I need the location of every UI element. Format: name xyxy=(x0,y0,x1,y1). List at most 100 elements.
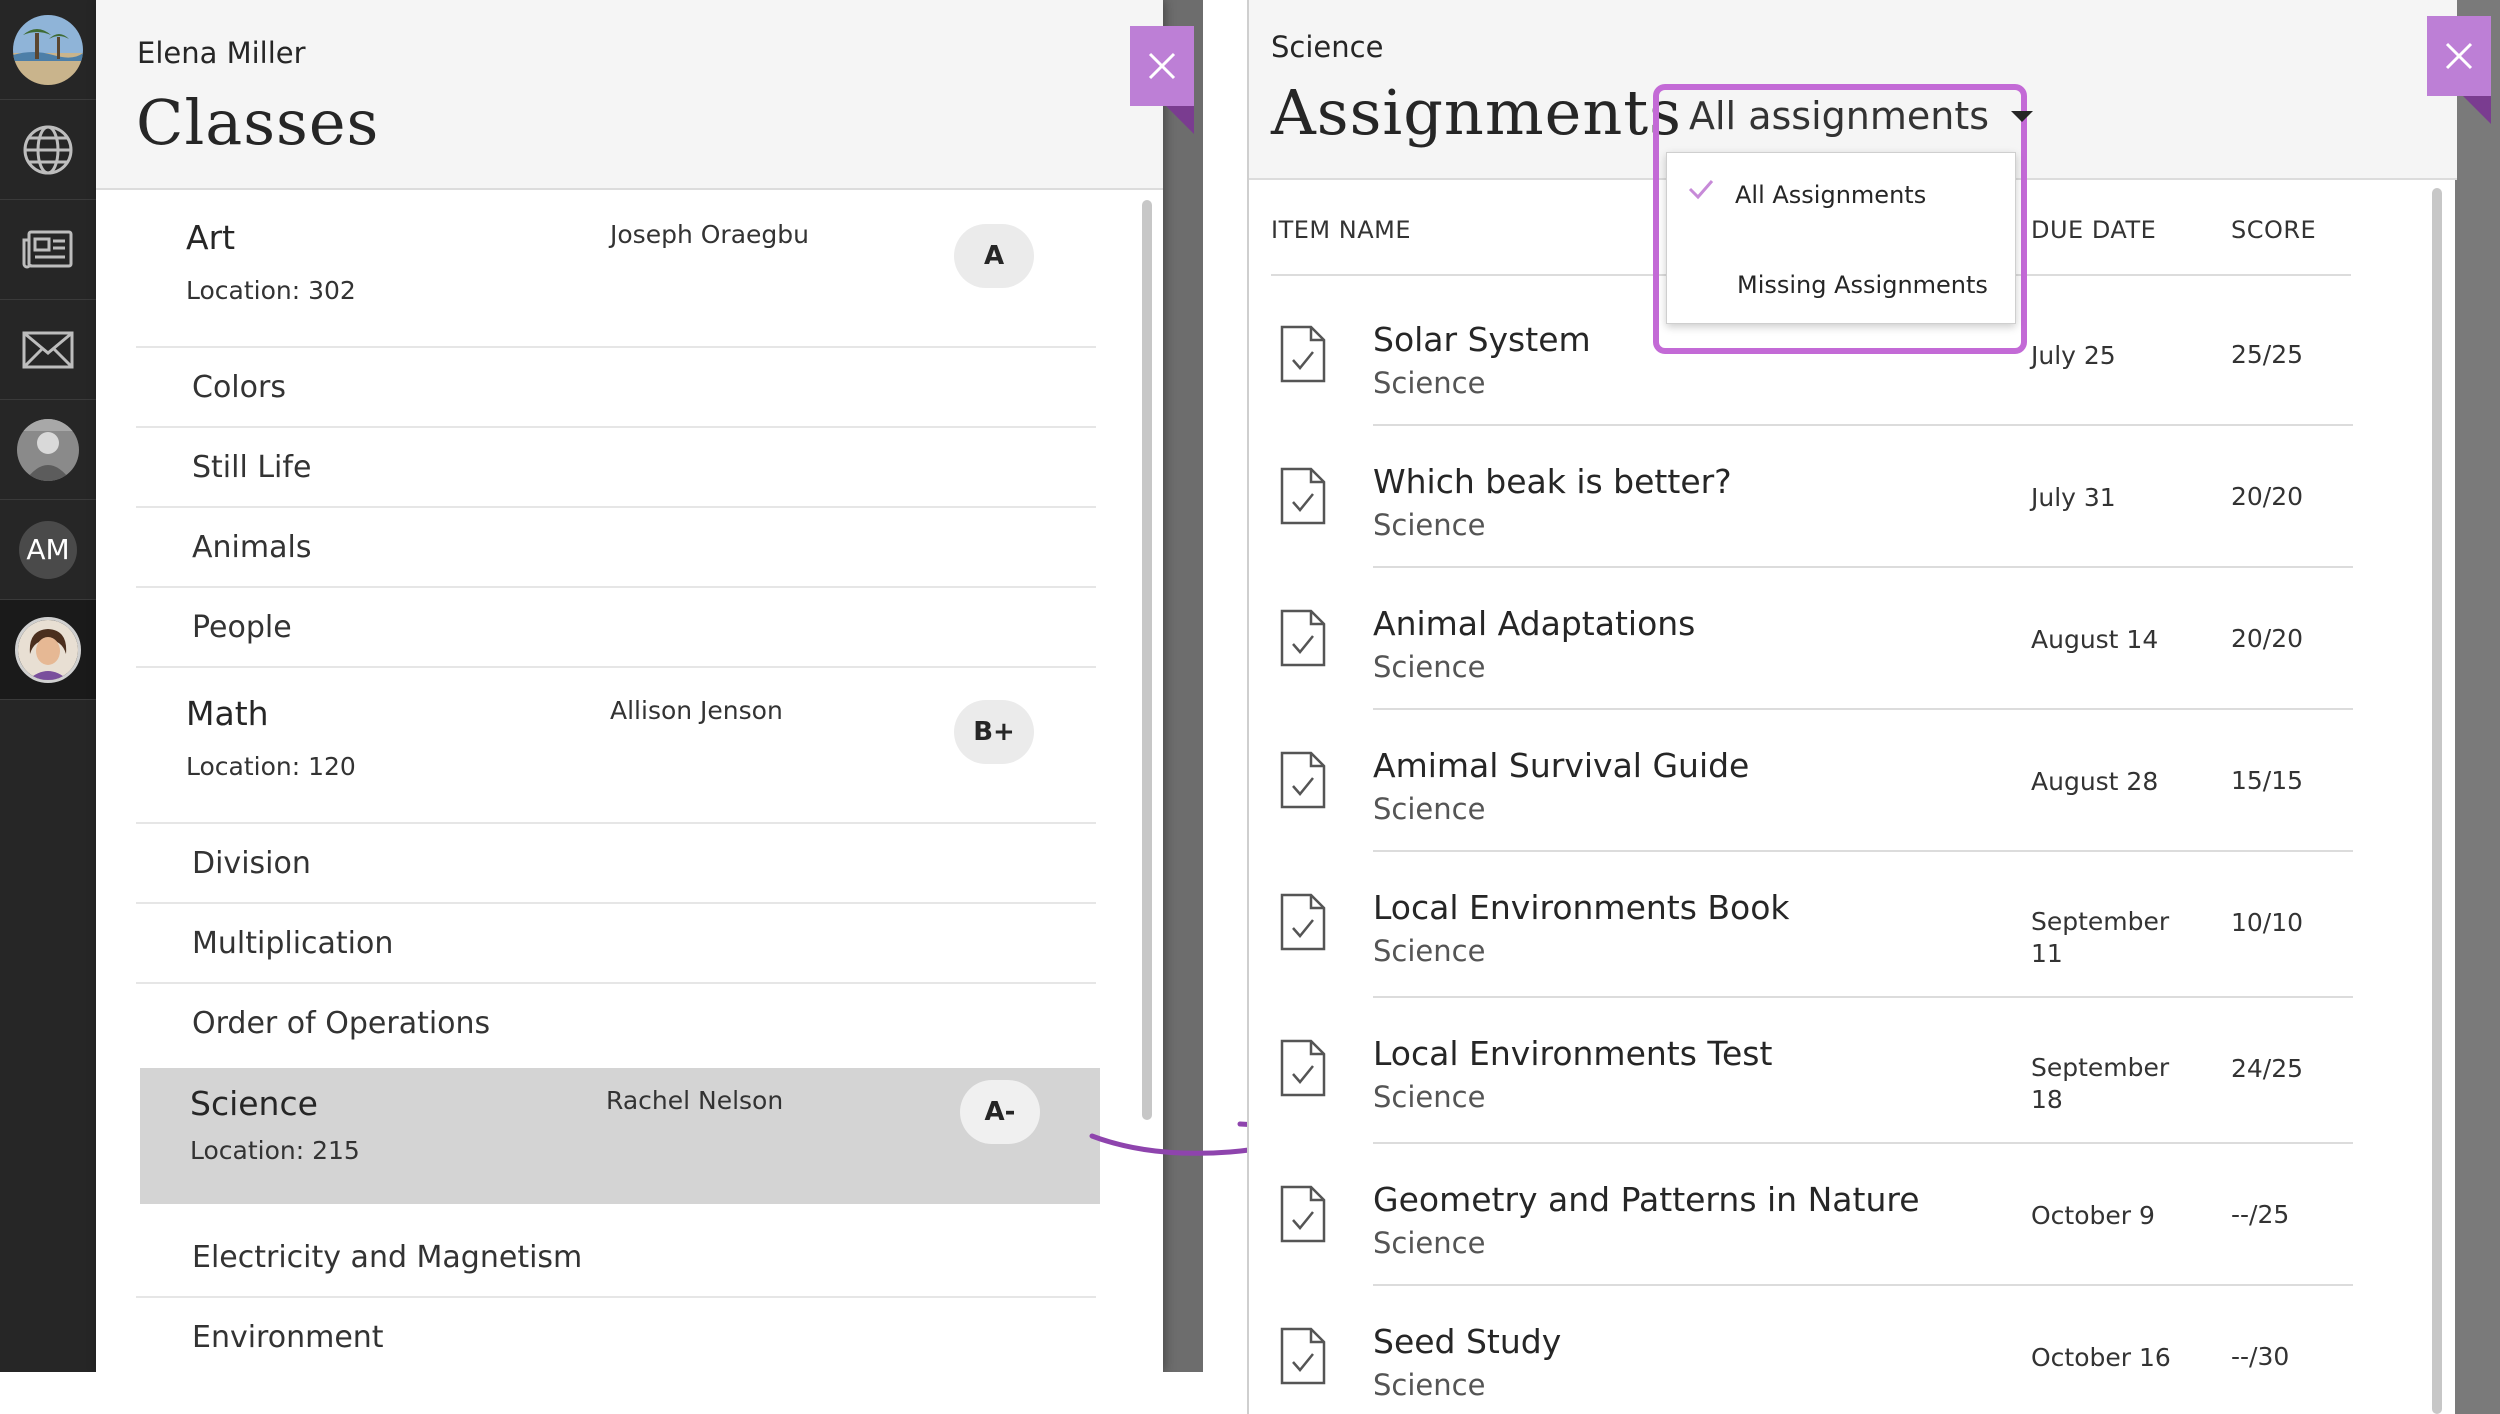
person-photo-icon xyxy=(17,418,79,481)
globe-icon xyxy=(23,125,73,174)
assignment-course: Science xyxy=(1373,1368,1486,1402)
topic-label: Division xyxy=(192,846,311,881)
classes-panel: Elena Miller Classes Art Location: 302 J… xyxy=(96,0,1163,1372)
class-row-science[interactable]: Science Location: 215 Rachel Nelson A- xyxy=(140,1068,1100,1204)
course-name: Science xyxy=(1271,30,1384,64)
user-initials-button[interactable]: AM xyxy=(0,500,96,600)
profile-photo-button[interactable] xyxy=(0,400,96,500)
grade-badge: B+ xyxy=(954,700,1034,764)
assignment-doc-icon xyxy=(1280,325,1326,383)
initials-avatar: AM xyxy=(19,520,77,579)
page-title: Classes xyxy=(136,86,380,159)
class-teacher: Allison Jenson xyxy=(610,696,783,725)
current-user-button[interactable] xyxy=(0,600,96,700)
class-teacher: Joseph Oraegbu xyxy=(610,220,809,249)
classes-list: Art Location: 302 Joseph Oraegbu A Color… xyxy=(136,192,1100,1372)
assignment-doc-icon xyxy=(1280,609,1326,667)
caret-down-icon xyxy=(2011,110,2034,122)
grade-badge: A xyxy=(954,224,1034,288)
assignment-row[interactable]: Which beak is better? Science July 31 20… xyxy=(1249,426,2369,568)
assignment-due-date: September 18 xyxy=(2031,1053,2170,1114)
class-row-art[interactable]: Art Location: 302 Joseph Oraegbu A xyxy=(136,192,1096,348)
class-location: Location: 302 xyxy=(186,276,356,305)
user-avatar-icon xyxy=(15,616,81,683)
close-icon xyxy=(1148,52,1176,80)
assignment-title: Amimal Survival Guide xyxy=(1373,746,1750,785)
assignment-title: Which beak is better? xyxy=(1373,462,1732,501)
class-name: Math xyxy=(186,694,269,733)
topic-item[interactable]: Electricity and Magnetism xyxy=(136,1218,1096,1298)
newspaper-icon xyxy=(22,230,73,268)
envelope-icon xyxy=(22,331,74,368)
close-assignments-button[interactable] xyxy=(2427,16,2491,124)
assignment-score: 20/20 xyxy=(2231,624,2304,653)
assignment-course: Science xyxy=(1373,650,1486,684)
column-header-item-name[interactable]: ITEM NAME xyxy=(1271,216,1411,244)
topic-item[interactable]: People xyxy=(136,588,1096,668)
assignment-title: Local Environments Test xyxy=(1373,1034,1773,1073)
assignment-row[interactable]: Local Environments Test Science Septembe… xyxy=(1249,998,2369,1144)
menu-item-missing-assignments[interactable]: Missing Assignments xyxy=(1667,237,2017,321)
close-classes-button[interactable] xyxy=(1130,26,1194,134)
filter-menu: All Assignments Missing Assignments xyxy=(1666,152,2016,324)
assignment-course: Science xyxy=(1373,934,1486,968)
assignment-due-date: July 25 xyxy=(2031,341,2116,370)
class-name: Art xyxy=(186,218,236,257)
topic-label: Animals xyxy=(192,530,312,565)
assignment-course: Science xyxy=(1373,508,1486,542)
topic-item[interactable]: Division xyxy=(136,824,1096,904)
filter-selected-label: All assignments xyxy=(1689,94,1990,138)
topic-label: Still Life xyxy=(192,450,312,485)
grade-badge: A- xyxy=(960,1080,1040,1144)
assignment-row[interactable]: Animal Adaptations Science August 14 20/… xyxy=(1249,568,2369,710)
menu-item-label: Missing Assignments xyxy=(1737,271,1988,299)
assignment-row[interactable]: Local Environments Book Science Septembe… xyxy=(1249,852,2369,998)
assignment-due-date: July 31 xyxy=(2031,483,2116,512)
topic-item[interactable]: Environment xyxy=(136,1298,1096,1372)
assignment-row[interactable]: Geometry and Patterns in Nature Science … xyxy=(1249,1144,2369,1286)
topic-item[interactable]: Order of Operations xyxy=(136,984,1096,1064)
assignment-title: Seed Study xyxy=(1373,1322,1562,1361)
assignment-score: 20/20 xyxy=(2231,482,2304,511)
topic-label: Order of Operations xyxy=(192,1006,491,1041)
assignment-title: Local Environments Book xyxy=(1373,888,1790,927)
topic-label: Electricity and Magnetism xyxy=(192,1240,583,1275)
menu-item-label: All Assignments xyxy=(1735,181,1927,209)
menu-item-all-assignments[interactable]: All Assignments xyxy=(1667,153,2017,237)
assignment-course: Science xyxy=(1373,366,1486,400)
column-header-score[interactable]: SCORE xyxy=(2231,216,2316,244)
topic-item[interactable]: Multiplication xyxy=(136,904,1096,984)
assignment-doc-icon xyxy=(1280,893,1326,951)
assignment-due-date: August 14 xyxy=(2031,625,2159,654)
assignments-screen: Science Assignments ITEM NAME DUE DATE S… xyxy=(1247,0,2500,1414)
user-name: Elena Miller xyxy=(137,36,306,70)
assignment-row[interactable]: Seed Study Science October 16 --/30 xyxy=(1249,1286,2369,1414)
assignment-title: Solar System xyxy=(1373,320,1591,359)
assignment-row[interactable]: Amimal Survival Guide Science August 28 … xyxy=(1249,710,2369,852)
assignments-scrollbar[interactable] xyxy=(2432,188,2442,1414)
activity-stream-button[interactable] xyxy=(0,200,96,300)
topic-item[interactable]: Animals xyxy=(136,508,1096,588)
assignment-doc-icon xyxy=(1280,1327,1326,1385)
class-teacher: Rachel Nelson xyxy=(606,1086,784,1115)
assignment-title: Animal Adaptations xyxy=(1373,604,1696,643)
filter-dropdown[interactable]: All assignments xyxy=(1689,94,2034,138)
assignment-due-date: October 16 xyxy=(2031,1343,2171,1372)
topic-item[interactable]: Colors xyxy=(136,348,1096,428)
topic-item[interactable]: Still Life xyxy=(136,428,1096,508)
class-location: Location: 215 xyxy=(190,1136,360,1165)
column-header-due-date[interactable]: DUE DATE xyxy=(2031,216,2156,244)
assignment-doc-icon xyxy=(1280,1185,1326,1243)
institution-logo-button[interactable] xyxy=(0,0,96,100)
assignment-title: Geometry and Patterns in Nature xyxy=(1373,1180,1920,1219)
globe-button[interactable] xyxy=(0,100,96,200)
page-title: Assignments xyxy=(1271,76,1683,149)
class-row-math[interactable]: Math Location: 120 Allison Jenson B+ xyxy=(136,668,1096,824)
assignment-score: 25/25 xyxy=(2231,340,2304,369)
classes-scrollbar[interactable] xyxy=(1142,200,1152,1120)
topic-label: Colors xyxy=(192,370,286,405)
assignment-score: 24/25 xyxy=(2231,1054,2304,1083)
class-name: Science xyxy=(190,1084,318,1123)
messages-button[interactable] xyxy=(0,300,96,400)
beach-photo-icon xyxy=(13,14,83,85)
